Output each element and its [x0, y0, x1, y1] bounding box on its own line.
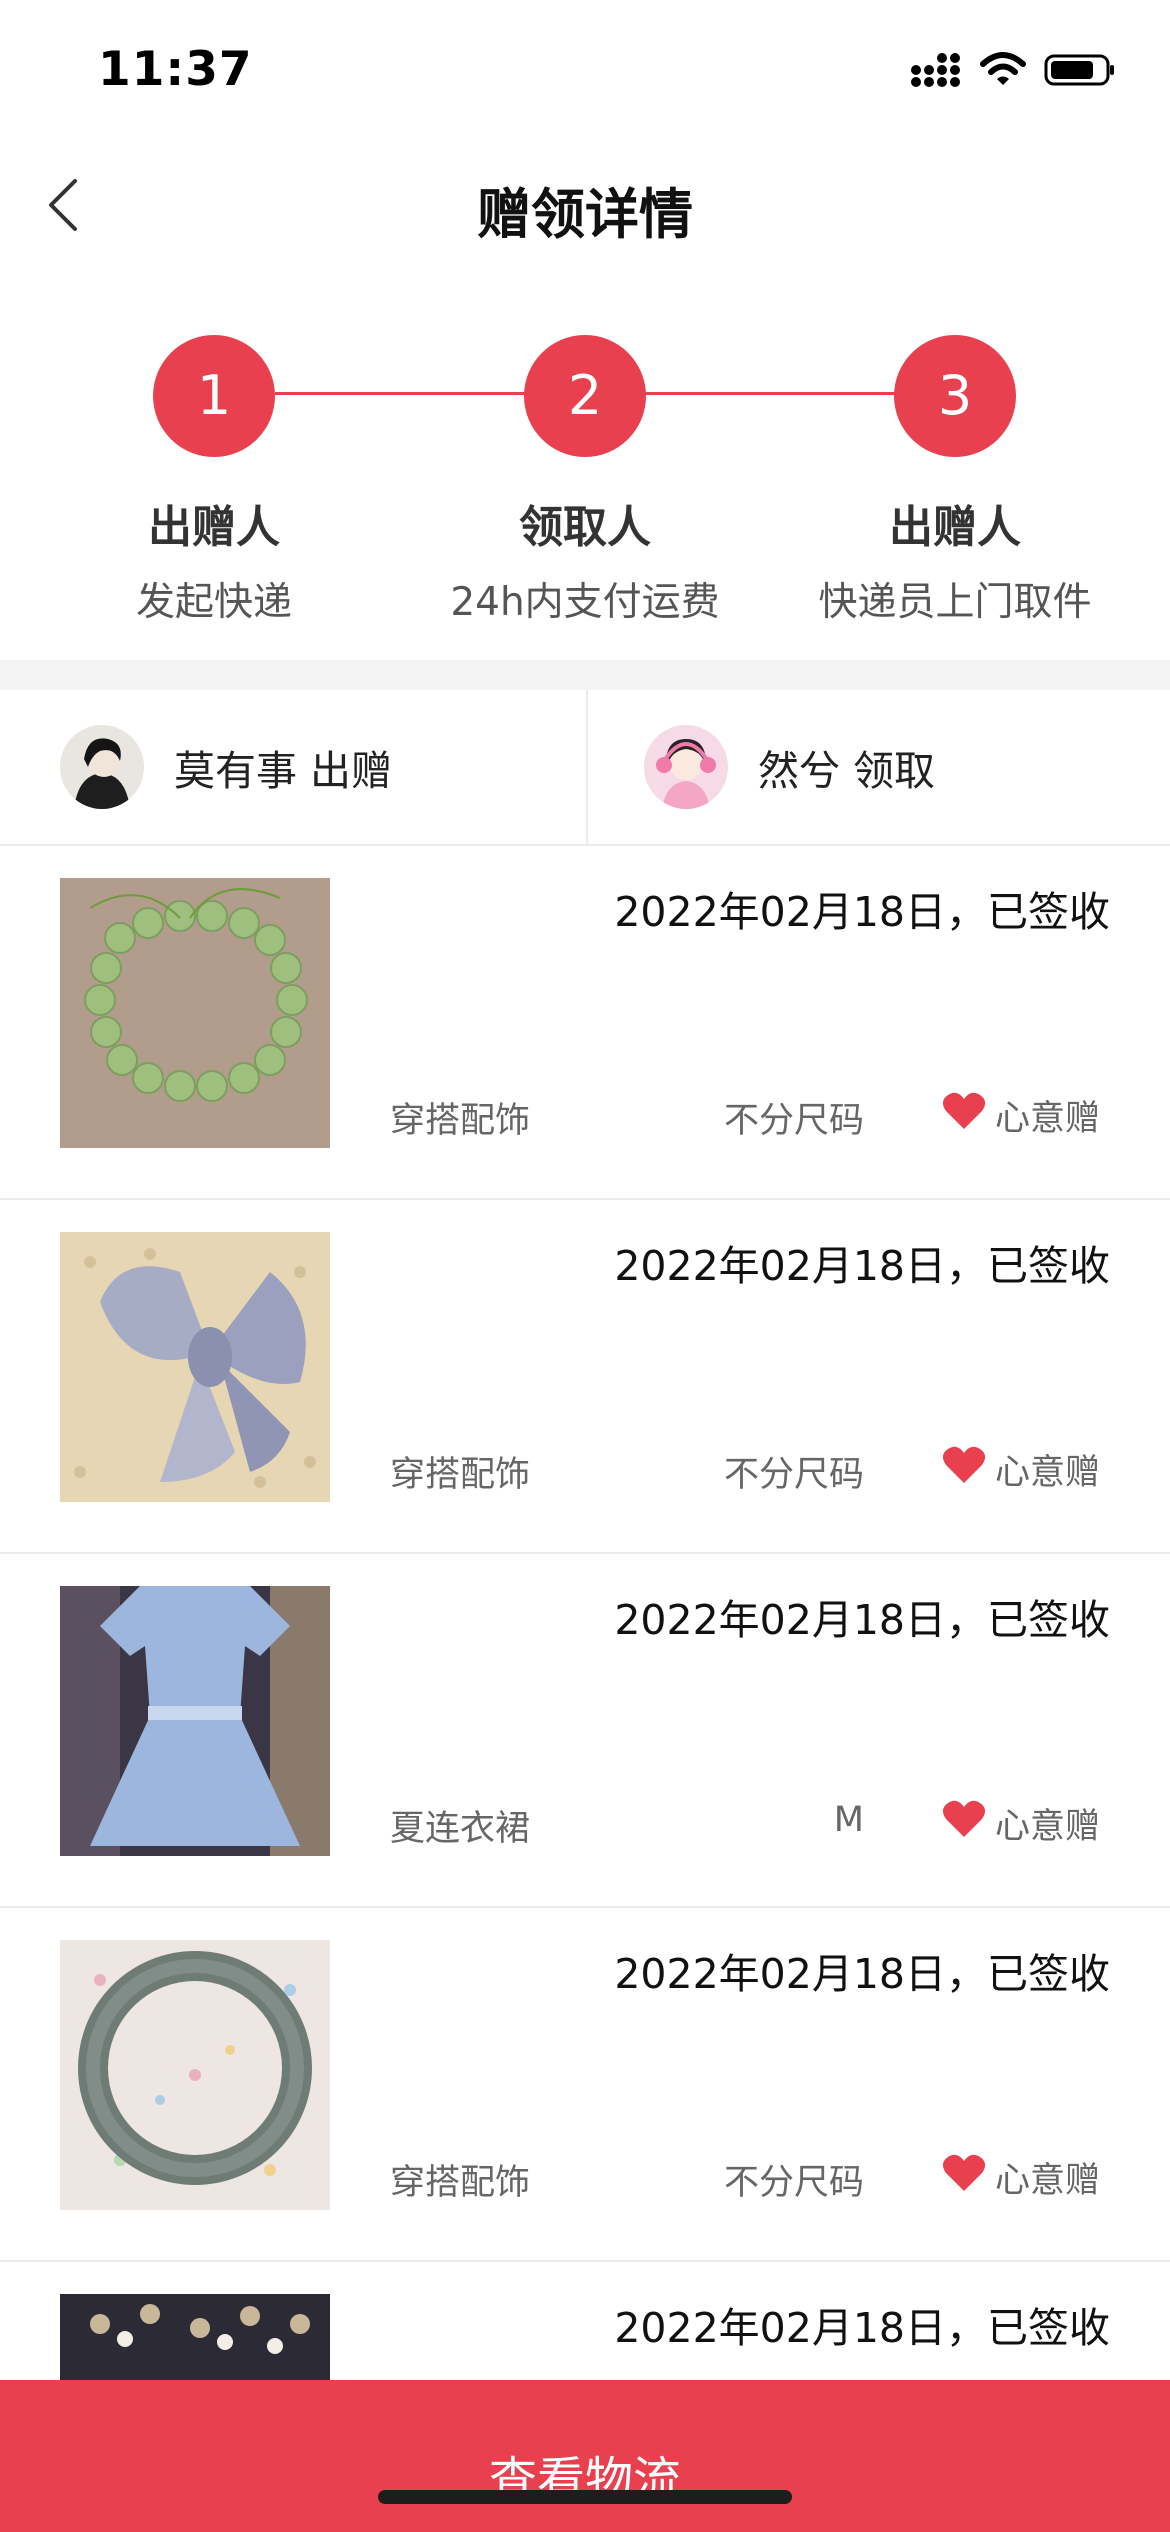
step-subtitle: 快递员上门取件	[818, 580, 1092, 625]
gift-list: 2022年02月18日，已签收 穿搭配饰 不分尺码 心意赠 2022年02月18…	[0, 846, 1170, 2532]
item-date: 2022年02月18日，已签收	[614, 2304, 1110, 2352]
item-image[interactable]	[60, 878, 330, 1148]
giver-label: 莫有事 出赠	[174, 747, 393, 795]
heart-icon	[941, 1799, 987, 1848]
item-tag: 心意赠	[941, 1798, 1100, 1849]
item-size: 不分尺码	[723, 1455, 864, 1495]
step-title: 领取人	[519, 502, 651, 553]
giver-cell[interactable]: 莫有事 出赠	[0, 690, 586, 844]
list-item[interactable]: 2022年02月18日，已签收 穿搭配饰 不分尺码 心意赠	[0, 846, 1170, 1200]
step-number: 3	[894, 335, 1016, 457]
status-bar: 11:37	[0, 0, 1170, 150]
item-image[interactable]	[60, 1586, 330, 1856]
item-date: 2022年02月18日，已签收	[614, 1242, 1110, 1290]
item-category: 穿搭配饰	[390, 1101, 531, 1141]
heart-icon	[941, 2153, 987, 2202]
step-title: 出赠人	[889, 502, 1021, 553]
wifi-icon	[980, 52, 1026, 92]
item-category: 穿搭配饰	[390, 1455, 531, 1495]
item-date: 2022年02月18日，已签收	[614, 1950, 1110, 1998]
party-row: 莫有事 出赠 然兮 领取	[0, 690, 1170, 846]
item-tag-label: 心意赠	[994, 1099, 1100, 1139]
list-item[interactable]: 2022年02月18日，已签收 穿搭配饰 不分尺码 心意赠	[0, 1908, 1170, 2262]
heart-icon	[941, 1445, 987, 1494]
item-size: 不分尺码	[723, 1101, 864, 1141]
status-icons	[910, 52, 1116, 92]
step-title: 出赠人	[148, 502, 280, 553]
item-date: 2022年02月18日，已签收	[614, 1596, 1110, 1644]
battery-icon	[1044, 52, 1116, 92]
item-tag-label: 心意赠	[994, 1807, 1100, 1847]
progress-steps: 1 出赠人 发起快递 2 领取人 24h内支付运费 3 出赠人 快递员上门取件	[0, 300, 1170, 660]
nav-bar: 赠领详情	[0, 150, 1170, 262]
step-1: 1 出赠人 发起快递	[29, 300, 399, 627]
cellular-signal-icon	[910, 52, 962, 92]
page-title: 赠领详情	[477, 183, 693, 246]
step-number: 2	[524, 335, 646, 457]
step-number: 1	[153, 335, 275, 457]
item-category: 夏连衣裙	[390, 1809, 531, 1849]
item-tag: 心意赠	[941, 2152, 1100, 2203]
list-item[interactable]: 2022年02月18日，已签收 穿搭配饰 不分尺码 心意赠	[0, 1200, 1170, 1554]
item-tag: 心意赠	[941, 1444, 1100, 1495]
step-2: 2 领取人 24h内支付运费	[400, 300, 770, 627]
list-item[interactable]: 2022年02月18日，已签收 夏连衣裙 M 心意赠	[0, 1554, 1170, 1908]
step-subtitle: 24h内支付运费	[450, 580, 720, 625]
heart-icon	[941, 1091, 987, 1140]
receiver-avatar[interactable]	[644, 725, 728, 809]
giver-avatar[interactable]	[60, 725, 144, 809]
section-divider	[0, 660, 1170, 690]
item-tag-label: 心意赠	[994, 2161, 1100, 2201]
item-date: 2022年02月18日，已签收	[614, 888, 1110, 936]
item-image[interactable]	[60, 1232, 330, 1502]
status-time: 11:37	[98, 42, 253, 97]
item-tag-label: 心意赠	[994, 1453, 1100, 1493]
receiver-cell[interactable]: 然兮 领取	[586, 690, 1170, 844]
step-subtitle: 发起快递	[135, 580, 292, 625]
step-3: 3 出赠人 快递员上门取件	[770, 300, 1140, 627]
view-logistics-button[interactable]: 查看物流	[0, 2380, 1170, 2532]
item-tag: 心意赠	[941, 1090, 1100, 1141]
item-image[interactable]	[60, 1940, 330, 2210]
home-indicator	[378, 2490, 792, 2504]
item-size: M	[833, 1800, 864, 1840]
item-size: 不分尺码	[723, 2163, 864, 2203]
item-category: 穿搭配饰	[390, 2163, 531, 2203]
receiver-label: 然兮 领取	[758, 747, 936, 795]
